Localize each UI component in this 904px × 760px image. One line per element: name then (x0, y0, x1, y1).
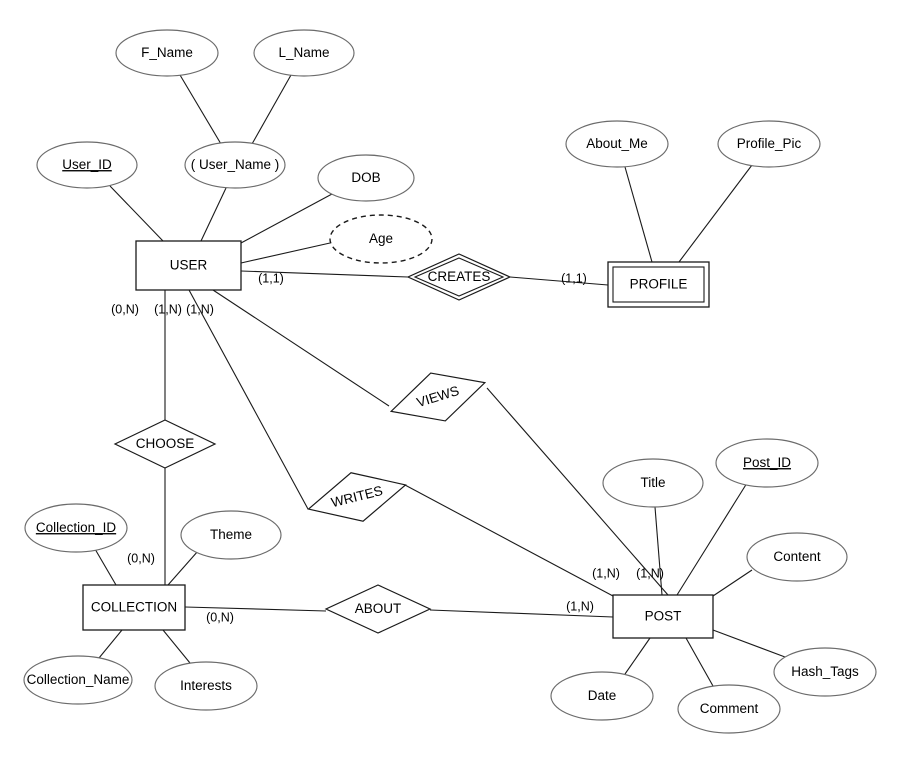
edge-age-user (240, 242, 331, 264)
cardinality-user-writes: (1,N) (154, 302, 182, 316)
attribute-label: Post_ID (743, 455, 791, 470)
attribute-theme[interactable]: Theme (180, 510, 282, 560)
edge-user-writes (188, 289, 309, 510)
edge-content-post (712, 569, 753, 597)
entity-post[interactable]: POST (612, 594, 714, 639)
attribute-label: Interests (180, 678, 232, 693)
attribute-title[interactable]: Title (602, 458, 704, 508)
attribute-date[interactable]: Date (550, 671, 654, 721)
entity-label: POST (645, 609, 682, 624)
attribute-age[interactable]: Age (329, 214, 433, 264)
attribute-label: ( User_Name ) (191, 157, 280, 172)
attribute-content[interactable]: Content (746, 532, 848, 582)
er-diagram-canvas: F_Name L_Name User_ID ( User_Name ) DOB Age Ab… (0, 0, 904, 760)
shapes-layer: F_Name L_Name User_ID ( User_Name ) DOB Age Ab… (23, 29, 877, 734)
attribute-user_name[interactable]: ( User_Name ) (184, 141, 286, 189)
attribute-label: Hash_Tags (791, 664, 859, 679)
cardinality-views-post: (1,N) (636, 566, 664, 580)
cardinality-about-post: (1,N) (566, 599, 594, 613)
cardinality-writes-post: (1,N) (592, 566, 620, 580)
edge-collection_name-collection (98, 629, 123, 659)
attribute-about_me[interactable]: About_Me (565, 120, 669, 168)
attribute-label: Date (588, 688, 617, 703)
attribute-f_name[interactable]: F_Name (115, 29, 219, 77)
edge-date-post (624, 637, 651, 675)
attribute-label: About_Me (586, 136, 648, 151)
cardinality-user-choose: (0,N) (111, 302, 139, 316)
edge-user_name-user (200, 187, 227, 242)
attribute-profile_pic[interactable]: Profile_Pic (717, 120, 821, 168)
entity-user[interactable]: USER (135, 240, 242, 291)
cardinality-user-creates: (1,1) (258, 271, 284, 285)
attribute-label: DOB (351, 170, 380, 185)
attribute-label: User_ID (62, 157, 112, 172)
attribute-label: Title (640, 475, 665, 490)
edge-about_me-profile (624, 166, 653, 263)
attribute-label: Collection_Name (27, 672, 130, 687)
edge-writes-post (404, 484, 614, 597)
attribute-interests[interactable]: Interests (154, 661, 258, 711)
relationship-views[interactable]: VIEWS (384, 359, 492, 435)
attribute-label: Theme (210, 527, 252, 542)
edge-user-views (212, 289, 390, 407)
attribute-label: Content (773, 549, 821, 564)
edge-profile_pic-profile (678, 164, 753, 263)
edge-l_name-user_name (251, 74, 292, 145)
edge-dob-user (240, 193, 333, 244)
attribute-label: Comment (700, 701, 759, 716)
relationship-label: CREATES (428, 269, 491, 284)
cardinality-collection-about: (0,N) (206, 610, 234, 624)
attribute-label: Age (369, 231, 393, 246)
relationship-choose[interactable]: CHOOSE (113, 419, 217, 469)
attribute-collection_id[interactable]: Collection_ID (24, 503, 128, 553)
attribute-label: F_Name (141, 45, 193, 60)
edge-interests-collection (162, 629, 191, 664)
attribute-user_id[interactable]: User_ID (36, 141, 138, 189)
cardinality-creates-profile: (1,1) (561, 271, 587, 285)
relationship-label: ABOUT (355, 601, 402, 616)
edge-comment-post (685, 637, 714, 687)
er-diagram-svg: F_Name L_Name User_ID ( User_Name ) DOB Age Ab… (23, 29, 877, 734)
entity-label: PROFILE (630, 277, 688, 292)
attribute-hash_tags[interactable]: Hash_Tags (773, 647, 877, 697)
attribute-collection_name[interactable]: Collection_Name (23, 655, 133, 705)
attribute-l_name[interactable]: L_Name (253, 29, 355, 77)
edge-theme-collection (167, 550, 199, 586)
cardinality-user-views: (1,N) (186, 302, 214, 316)
attribute-label: Collection_ID (36, 520, 117, 535)
entity-label: USER (170, 258, 208, 273)
relationship-about[interactable]: ABOUT (324, 584, 432, 634)
edge-user_id-user (109, 185, 164, 242)
relationship-label: CHOOSE (136, 436, 195, 451)
edge-creates-profile (509, 276, 609, 286)
attribute-label: Profile_Pic (737, 136, 802, 151)
cardinality-collection-choose: (0,N) (127, 551, 155, 565)
edge-f_name-user_name (179, 74, 222, 145)
entity-label: COLLECTION (91, 600, 177, 615)
relationship-writes[interactable]: WRITES (302, 461, 411, 534)
entity-collection[interactable]: COLLECTION (82, 584, 186, 631)
relationship-creates[interactable]: CREATES (406, 253, 512, 301)
attribute-comment[interactable]: Comment (677, 684, 781, 734)
attribute-label: L_Name (278, 45, 329, 60)
edge-hash_tags-post (712, 629, 786, 658)
attribute-dob[interactable]: DOB (317, 154, 415, 202)
entity-profile[interactable]: PROFILE (607, 261, 710, 308)
edge-collection_id-collection (94, 548, 117, 586)
attribute-post_id[interactable]: Post_ID (715, 438, 819, 488)
